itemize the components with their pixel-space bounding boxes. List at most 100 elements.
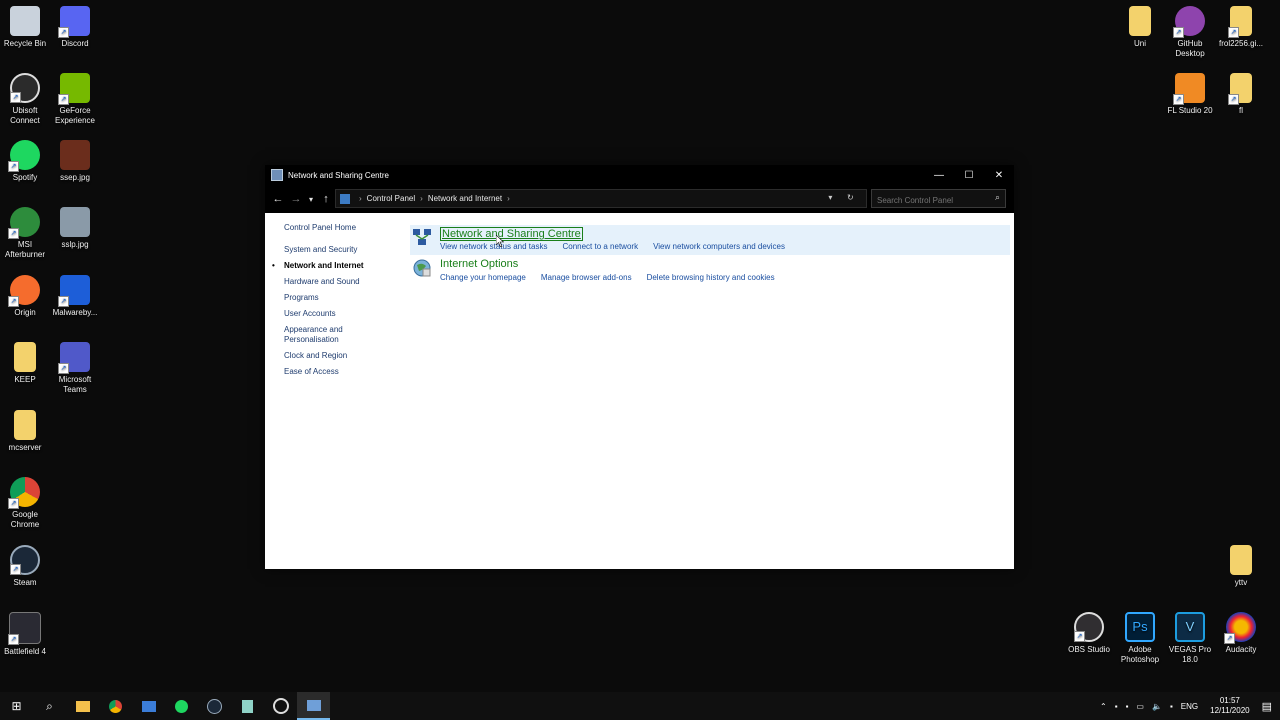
steam-icon[interactable] <box>198 692 231 720</box>
section-title-internet-options[interactable]: Internet Options <box>440 258 518 270</box>
tray-app-icon[interactable]: ▪ <box>1170 702 1173 711</box>
desktop-icon-mcserver[interactable]: mcserver <box>0 410 53 453</box>
desktop-icon-audacity[interactable]: ↗ Audacity <box>1213 612 1269 655</box>
address-history-chevron-icon[interactable]: ▾ <box>828 193 832 202</box>
desktop-icon-ubisoft-connect[interactable]: ↗ Ubisoft Connect <box>0 73 53 126</box>
desktop-icon-google-chrome[interactable]: ↗ Google Chrome <box>0 477 53 530</box>
search-box[interactable]: ⌕ <box>871 189 1006 208</box>
nav-hardware-and-sound[interactable]: Hardware and Sound <box>284 277 364 287</box>
desktop-icon-adobe-photoshop[interactable]: Ps Adobe Photoshop <box>1112 612 1168 665</box>
link-connect-to-network[interactable]: Connect to a network <box>562 242 638 251</box>
chrome-icon: ↗ <box>8 477 40 509</box>
nav-control-panel-home[interactable]: Control Panel Home <box>284 223 364 233</box>
desktop-icon-label: Adobe Photoshop <box>1120 645 1160 664</box>
link-delete-browsing-history[interactable]: Delete browsing history and cookies <box>647 273 775 282</box>
back-button[interactable]: ← <box>269 193 287 205</box>
folder-icon <box>14 410 36 440</box>
desktop-icon-label: fl <box>1239 106 1243 115</box>
section-title-network-and-sharing-centre[interactable]: Network and Sharing Centre <box>440 227 583 241</box>
desktop-icon-yttv[interactable]: yttv <box>1213 545 1269 588</box>
desktop-icon-discord[interactable]: ↗ Discord <box>47 6 103 49</box>
mouse-cursor-icon <box>496 235 504 247</box>
close-button[interactable]: ✕ <box>984 165 1014 185</box>
nav-appearance-and-personalisation[interactable]: Appearance and Personalisation <box>284 325 364 345</box>
fl-studio-icon: ↗ <box>1173 73 1205 105</box>
breadcrumb-control-panel[interactable]: Control Panel <box>367 194 415 203</box>
search-icon[interactable]: ⌕ <box>995 192 1000 203</box>
control-panel-icon[interactable] <box>297 692 330 720</box>
desktop-icon-microsoft-teams[interactable]: ↗ Microsoft Teams <box>47 342 103 395</box>
tray-app-icon[interactable]: ▪ <box>1115 702 1118 711</box>
github-desktop-icon: ↗ <box>1173 6 1205 38</box>
desktop-icon-fl[interactable]: ↗ fl <box>1213 73 1269 116</box>
nav-clock-and-region[interactable]: Clock and Region <box>284 351 364 361</box>
breadcrumb-network-and-internet[interactable]: Network and Internet <box>428 194 502 203</box>
desktop-icon-label: mcserver <box>8 443 42 452</box>
nav-programs[interactable]: Programs <box>284 293 364 303</box>
desktop-icon-github-desktop[interactable]: ↗ GitHub Desktop <box>1162 6 1218 59</box>
desktop-icon-spotify[interactable]: ↗ Spotify <box>0 140 53 183</box>
notepad-icon[interactable] <box>231 692 264 720</box>
show-hidden-icons-chevron-icon[interactable]: ⌃ <box>1100 702 1107 711</box>
desktop-icon-battlefield-4[interactable]: ↗ Battlefield 4 <box>0 612 53 657</box>
desktop-icon-keep[interactable]: KEEP <box>0 342 53 385</box>
maximize-button[interactable]: ☐ <box>954 165 984 185</box>
desktop-icon-uni[interactable]: Uni <box>1112 6 1168 49</box>
file-explorer-icon[interactable] <box>66 692 99 720</box>
breadcrumb-separator-icon: › <box>359 194 362 203</box>
desktop-icon-vegas-pro[interactable]: V VEGAS Pro 18.0 <box>1162 612 1218 665</box>
volume-icon[interactable]: 🔈 <box>1152 702 1162 711</box>
recent-locations-chevron-icon[interactable]: ▾ <box>305 195 317 204</box>
nav-system-and-security[interactable]: System and Security <box>284 245 364 255</box>
desktop-icon-steam[interactable]: ↗ Steam <box>0 545 53 588</box>
malwarebytes-icon: ↗ <box>58 275 90 307</box>
title-bar[interactable]: Network and Sharing Centre — ☐ ✕ <box>265 165 1014 185</box>
link-manage-browser-addons[interactable]: Manage browser add-ons <box>541 273 632 282</box>
obs-icon[interactable] <box>264 692 297 720</box>
window-title: Network and Sharing Centre <box>288 170 389 180</box>
address-bar[interactable]: › Control Panel › Network and Internet › <box>335 189 867 208</box>
desktop-icon-msi-afterburner[interactable]: ↗ MSI Afterburner <box>0 207 53 260</box>
desktop-icon-sslp-jpg[interactable]: sslp.jpg <box>47 207 103 250</box>
forward-button[interactable]: → <box>287 193 305 205</box>
desktop-icon-label: Spotify <box>12 173 38 182</box>
up-button[interactable]: ↑ <box>317 193 335 205</box>
desktop-icon-obs-studio[interactable]: ↗ OBS Studio <box>1061 612 1117 655</box>
desktop-icon-geforce-experience[interactable]: ↗ GeForce Experience <box>47 73 103 126</box>
mail-icon[interactable] <box>132 692 165 720</box>
desktop-icon-label: MSI Afterburner <box>4 240 46 259</box>
search-icon[interactable]: ⌕ <box>33 692 66 720</box>
notifications-icon[interactable]: ▤ <box>1262 700 1272 713</box>
clock[interactable]: 01:57 12/11/2020 <box>1210 696 1249 716</box>
desktop-icon-label: Microsoft Teams <box>58 375 92 394</box>
control-panel-window: Network and Sharing Centre — ☐ ✕ ← → ▾ ↑… <box>265 165 1014 569</box>
chrome-icon[interactable] <box>99 692 132 720</box>
search-input[interactable] <box>872 193 987 208</box>
spotify-icon[interactable] <box>165 692 198 720</box>
desktop-icon-label: VEGAS Pro 18.0 <box>1168 645 1212 664</box>
desktop-icon-origin[interactable]: ↗ Origin <box>0 275 53 318</box>
desktop-icon-label: Steam <box>13 578 37 587</box>
link-view-network-status[interactable]: View network status and tasks <box>440 242 547 251</box>
link-view-network-computers[interactable]: View network computers and devices <box>653 242 785 251</box>
desktop-icon-label: frol2256.gi... <box>1218 39 1264 48</box>
tray-app-icon[interactable]: ▪ <box>1126 702 1129 711</box>
refresh-icon[interactable]: ↻ <box>847 193 854 202</box>
link-change-homepage[interactable]: Change your homepage <box>440 273 526 282</box>
minimize-button[interactable]: — <box>924 165 954 185</box>
desktop-icon-label: Ubisoft Connect <box>10 106 40 125</box>
desktop-icon-fl-studio-20[interactable]: ↗ FL Studio 20 <box>1162 73 1218 116</box>
desktop-icon-frol2256[interactable]: ↗ frol2256.gi... <box>1213 6 1269 49</box>
network-icon[interactable]: ▭ <box>1136 702 1144 711</box>
breadcrumb-separator-icon[interactable]: › <box>507 194 510 203</box>
nav-ease-of-access[interactable]: Ease of Access <box>284 367 364 377</box>
language-indicator[interactable]: ENG <box>1181 702 1198 711</box>
discord-icon: ↗ <box>58 6 90 38</box>
clock-date: 12/11/2020 <box>1210 706 1250 715</box>
nav-user-accounts[interactable]: User Accounts <box>284 309 364 319</box>
desktop-icon-ssep-jpg[interactable]: ssep.jpg <box>47 140 103 183</box>
windows-start-icon[interactable]: ⊞ <box>0 692 33 720</box>
desktop-icon-recycle-bin[interactable]: Recycle Bin <box>0 6 53 49</box>
desktop-icon-malwarebytes[interactable]: ↗ Malwareby... <box>47 275 103 318</box>
spotify-icon: ↗ <box>8 140 40 172</box>
